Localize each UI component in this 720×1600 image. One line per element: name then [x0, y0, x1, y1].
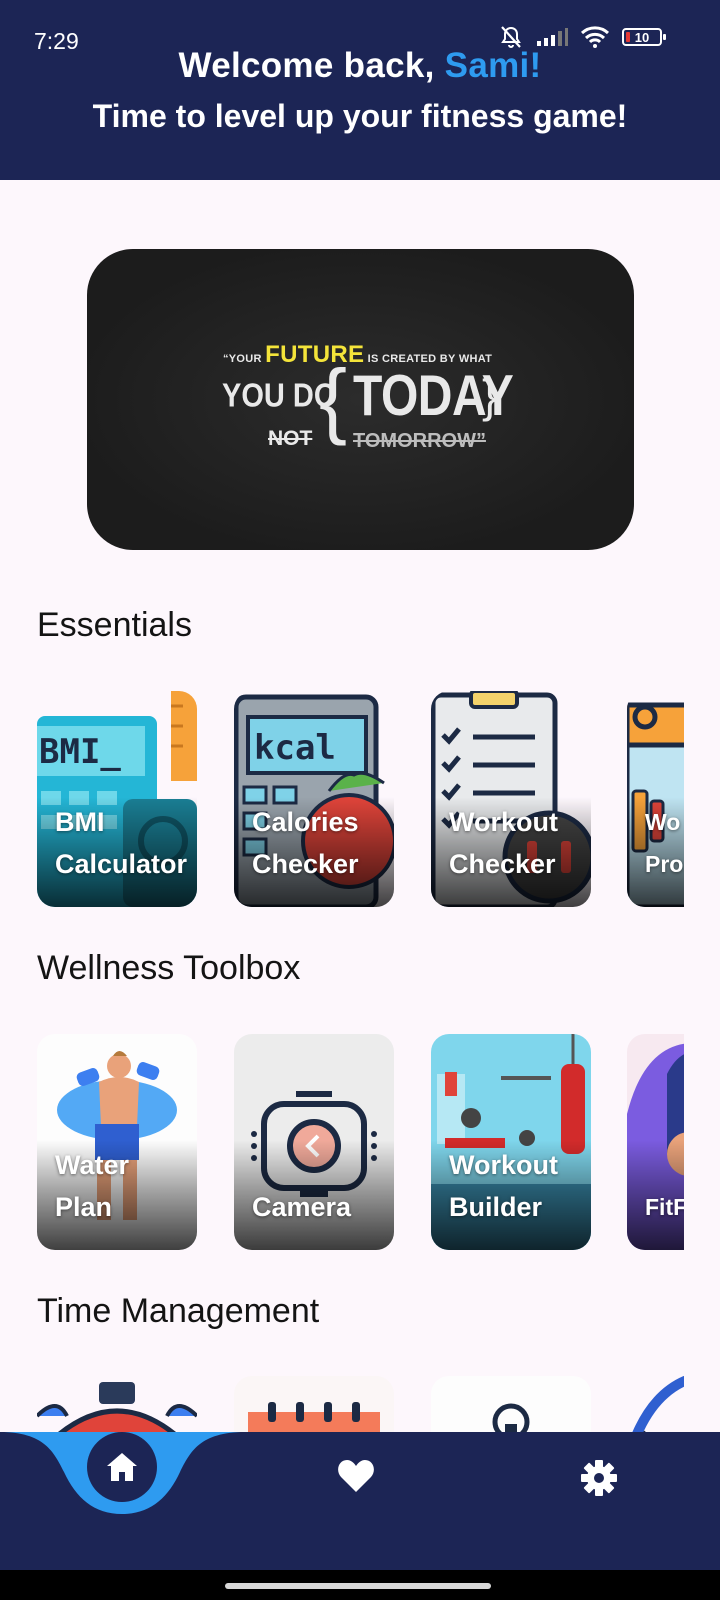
header-subtitle: Time to level up your fitness game!	[92, 98, 628, 134]
card-label-line1: Workout	[449, 807, 558, 837]
card-label-line2: Checker	[449, 849, 556, 879]
quote-future: FUTURE	[265, 341, 365, 368]
svg-text:BMI_: BMI_	[39, 732, 121, 772]
time-management-row[interactable]	[37, 1376, 684, 1432]
signal-icon	[537, 28, 568, 46]
water-plan-card[interactable]: Water Plan	[37, 1034, 197, 1250]
card-label-line1: Wo	[645, 809, 681, 835]
card-label: BMI Calculator	[55, 801, 187, 885]
card-label-line2: Camera	[252, 1192, 352, 1222]
quote-image: “YOUR FUTURE IS CREATED BY WHAT YOU DO N…	[87, 249, 634, 550]
wellness-row[interactable]: Water Plan Camera Workout Builder FitF	[37, 1034, 684, 1250]
reminder-card[interactable]	[431, 1376, 591, 1432]
card-label-line2: Calculator	[55, 849, 188, 879]
nav-settings-button[interactable]	[580, 1459, 618, 1502]
battery-level: 10	[634, 29, 650, 45]
card-label: Camera	[252, 1186, 351, 1228]
quote-tomorrow: TOMORROW”	[353, 430, 486, 452]
app-header: 7:29 10 Welcome back, Sami! Time to leve…	[0, 0, 720, 180]
wifi-icon	[580, 26, 610, 48]
card-label: Workout Checker	[449, 801, 558, 885]
fit-partial-card[interactable]: FitF	[627, 1034, 684, 1250]
user-name: Sami!	[444, 46, 542, 85]
quote-not: NOT	[268, 427, 313, 450]
quote-brace-close: }	[482, 370, 498, 422]
quote-brace-open: {	[319, 352, 348, 446]
section-title-essentials: Essentials	[37, 606, 192, 644]
card-label: Calories Checker	[252, 801, 359, 885]
svg-text:kcal: kcal	[254, 728, 336, 768]
heart-icon	[338, 1460, 374, 1492]
card-label: Wo Pro	[645, 801, 683, 885]
workout-program-card[interactable]: Wo Pro	[627, 691, 684, 907]
card-label-line1: BMI	[55, 807, 105, 837]
card-label-line2: Plan	[55, 1192, 113, 1222]
calendar-card[interactable]	[234, 1376, 394, 1432]
section-title-wellness: Wellness Toolbox	[37, 949, 301, 987]
card-label: Water Plan	[55, 1144, 129, 1228]
home-indicator[interactable]	[225, 1583, 491, 1589]
calendar-icon	[234, 1376, 394, 1432]
section-title-time-management: Time Management	[37, 1292, 320, 1330]
clock-icon	[627, 1376, 684, 1432]
welcome-message: Welcome back, Sami!	[0, 46, 720, 86]
home-icon	[107, 1453, 137, 1481]
quote-open: “YOUR	[223, 353, 262, 365]
gear-icon	[581, 1460, 617, 1496]
nav-favorites-button[interactable]	[337, 1459, 375, 1498]
card-label-line1: Workout	[449, 1150, 558, 1180]
battery-icon: 10	[622, 28, 666, 46]
card-label-line1: Calories	[252, 807, 359, 837]
card-label-line2: Checker	[252, 849, 359, 879]
card-label-line2: FitF	[645, 1194, 684, 1220]
alarm-icon	[431, 1376, 591, 1432]
card-label: Workout Builder	[449, 1144, 558, 1228]
timer-card[interactable]	[37, 1376, 197, 1432]
nav-home-button[interactable]	[87, 1432, 157, 1502]
card-label-line2: Pro	[645, 851, 684, 877]
calories-checker-card[interactable]: kcal Calories Checker	[234, 691, 394, 907]
motivation-banner[interactable]: “YOUR FUTURE IS CREATED BY WHAT YOU DO N…	[87, 249, 634, 550]
card-label-line2: Builder	[449, 1192, 543, 1222]
camera-card[interactable]: Camera	[234, 1034, 394, 1250]
essentials-row[interactable]: BMI_ BMI Calculator kcal Calories Checker	[37, 691, 684, 907]
card-label: FitF	[645, 1186, 684, 1228]
workout-checker-card[interactable]: Workout Checker	[431, 691, 591, 907]
bmi-calculator-card[interactable]: BMI_ BMI Calculator	[37, 691, 197, 907]
clock-card[interactable]	[627, 1376, 684, 1432]
card-label-line1: Water	[55, 1150, 130, 1180]
workout-builder-card[interactable]: Workout Builder	[431, 1034, 591, 1250]
stopwatch-icon	[37, 1376, 197, 1432]
welcome-prefix: Welcome back,	[178, 46, 445, 85]
